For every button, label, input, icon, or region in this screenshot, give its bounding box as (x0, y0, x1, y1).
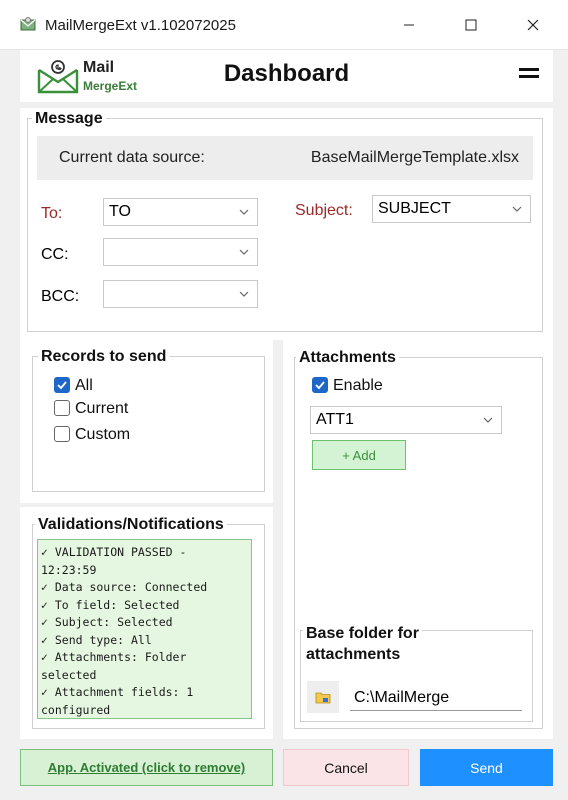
records-group-label: Records to send (38, 348, 170, 366)
minimize-icon (404, 24, 414, 26)
records-current-checkbox[interactable] (54, 400, 70, 416)
close-icon (527, 19, 539, 31)
chevron-down-icon (239, 291, 249, 297)
attachments-enable-label[interactable]: Enable (333, 377, 383, 395)
validation-line: ✓ Send type: All (41, 632, 152, 647)
attachment-field-dropdown[interactable]: ATT1 (310, 406, 502, 434)
checkmark-icon (315, 381, 325, 390)
validation-log: ✓ VALIDATION PASSED - 12:23:59 ✓ Data so… (37, 539, 252, 719)
records-current-label[interactable]: Current (75, 400, 128, 418)
subject-dropdown-value: SUBJECT (378, 200, 451, 217)
validation-line: ✓ Data source: Connected (41, 580, 208, 594)
maximize-button[interactable] (448, 0, 494, 50)
base-folder-input[interactable] (350, 685, 522, 711)
page-title: Dashboard (223, 60, 350, 87)
to-label: To: (41, 205, 63, 222)
validation-line: ✓ To field: Selected (41, 597, 180, 612)
attachment-field-value: ATT1 (316, 411, 354, 428)
chevron-down-icon (483, 417, 493, 423)
hamburger-menu-icon[interactable] (519, 68, 539, 82)
maximize-icon (465, 19, 477, 31)
minimize-button[interactable] (386, 0, 432, 50)
records-all-checkbox[interactable] (54, 377, 70, 393)
data-source-bar: Current data source: BaseMailMergeTempla… (37, 136, 533, 180)
data-source-label: Current data source: (59, 149, 205, 166)
cancel-button[interactable]: Cancel (283, 749, 409, 786)
validation-line: ✓ Attachment fields: 1 configured (41, 685, 201, 717)
validations-group-label: Validations/Notifications (35, 516, 227, 534)
add-attachment-button[interactable]: + Add (312, 440, 406, 470)
validation-line: ✓ VALIDATION PASSED - 12:23:59 (41, 545, 194, 577)
app-activated-button[interactable]: App. Activated (click to remove) (20, 749, 273, 786)
title-bar: MailMergeExt v1.102072025 (0, 0, 568, 50)
checkmark-icon (57, 381, 67, 390)
chevron-down-icon (512, 206, 522, 212)
bcc-label: BCC: (41, 288, 80, 305)
attachments-group-label: Attachments (296, 349, 399, 367)
data-source-value: BaseMailMergeTemplate.xlsx (310, 149, 519, 166)
records-custom-label[interactable]: Custom (75, 426, 130, 444)
window-title: MailMergeExt v1.102072025 (45, 17, 236, 34)
base-folder-label-line1: Base folder for (306, 625, 419, 642)
subject-label: Subject: (295, 202, 353, 219)
message-group-label: Message (32, 110, 106, 128)
cc-label: CC: (41, 246, 69, 263)
app-header: Mail MergeExt Dashboard (20, 50, 553, 102)
cc-dropdown[interactable] (103, 238, 258, 266)
records-custom-checkbox[interactable] (54, 426, 70, 442)
browse-folder-button[interactable] (307, 681, 339, 713)
attachments-enable-checkbox[interactable] (312, 377, 328, 393)
close-button[interactable] (510, 0, 556, 50)
base-folder-label-line2: attachments (306, 646, 401, 663)
bcc-dropdown[interactable] (103, 280, 258, 308)
records-all-label[interactable]: All (75, 377, 93, 395)
app-icon (20, 17, 36, 31)
subject-dropdown[interactable]: SUBJECT (372, 195, 531, 223)
folder-icon (315, 692, 331, 704)
chevron-down-icon (239, 249, 249, 255)
to-dropdown-value: TO (109, 203, 131, 220)
base-folder-label: Base folder for attachments (303, 623, 422, 665)
send-button[interactable]: Send (420, 749, 553, 786)
to-dropdown[interactable]: TO (103, 198, 258, 226)
chevron-down-icon (239, 209, 249, 215)
validation-line: ✓ Subject: Selected (41, 615, 173, 629)
validation-line: ✓ Attachments: Folder selected (41, 650, 194, 682)
